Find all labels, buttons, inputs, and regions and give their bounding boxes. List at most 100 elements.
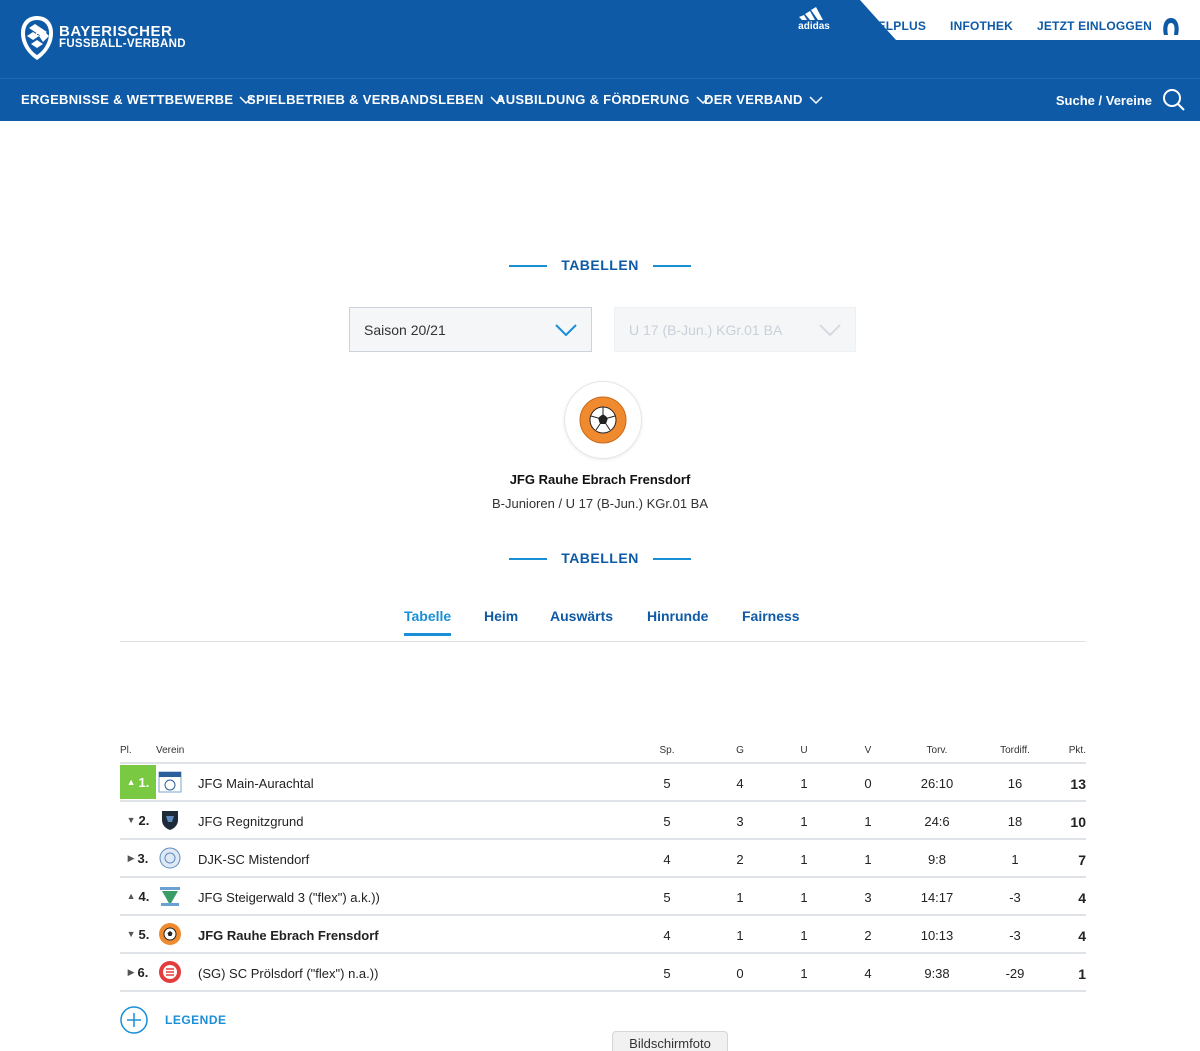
tab-heim[interactable]: Heim [484,608,518,633]
club-name[interactable]: DJK-SC Mistendorf [198,852,309,867]
table-row[interactable]: ▼ 5. JFG Rauhe Ebrach Frensdorf 4 1 1 2 1… [120,916,1086,954]
cell-tordiff: -3 [1009,928,1021,943]
top-links: SPIELPLUS INFOTHEK JETZT EINLOGGEN [834,15,1182,37]
cell-pkt: 1 [1078,966,1086,982]
legend-label: LEGENDE [165,1013,227,1027]
cell-v: 4 [864,966,872,981]
league-select[interactable]: U 17 (B-Jun.) KGr.01 BA [614,307,856,352]
cell-tordiff: 1 [1011,852,1019,867]
cell-pkt: 4 [1078,928,1086,944]
table-row[interactable]: ▲ 4. JFG Steigerwald 3 ("flex") a.k.)) 5 … [120,878,1086,916]
cell-sp: 5 [663,814,671,829]
cell-g: 1 [736,928,744,943]
header-bar: BFV BAYERISCHER FUSSBALL-VERBAND adidas … [0,0,1200,78]
header-u: U [800,745,808,756]
table-row[interactable]: ▶ 6. (SG) SC Prölsdorf ("flex") n.a.)) 5 … [120,954,1086,992]
cell-torv: 26:10 [920,776,954,791]
header-torv: Torv. [926,745,948,756]
cell-g: 3 [736,814,744,829]
nav-search[interactable]: Suche / Vereine [1056,88,1186,112]
cell-pkt: 10 [1070,814,1086,830]
cell-torv: 10:13 [920,928,954,943]
standings-table: Pl. Verein Sp. G U V Torv. Tordiff. Pkt.… [120,740,1086,992]
bfv-crest-icon: BFV [21,16,53,60]
cell-sp: 5 [663,776,671,791]
cell-sp: 4 [663,928,671,943]
team-crest-icon [579,396,627,444]
table-header: Pl. Verein Sp. G U V Torv. Tordiff. Pkt. [120,740,1086,764]
plus-circle-icon [120,1006,148,1034]
cell-torv: 24:6 [924,814,950,829]
adidas-wordmark: adidas [798,21,830,32]
section-heading-tabellen-2: TABELLEN [0,550,1200,566]
club-name[interactable]: JFG Steigerwald 3 ("flex") a.k.)) [198,890,380,905]
header-v: V [864,745,872,756]
club-name[interactable]: JFG Rauhe Ebrach Frensdorf [198,928,379,943]
chevron-down-icon [819,323,841,336]
link-infothek[interactable]: INFOTHEK [950,19,1013,33]
bfv-logo[interactable]: BFV BAYERISCHER FUSSBALL-VERBAND [19,14,186,62]
rank-cell: ▼ 5. [126,926,150,942]
nav-ergebnisse[interactable]: ERGEBNISSE & WETTBEWERBE [21,92,253,107]
section-heading-tabellen: TABELLEN [0,257,1200,273]
cell-sp: 5 [663,890,671,905]
club-name[interactable]: JFG Main-Aurachtal [198,776,314,791]
tab-fairness[interactable]: Fairness [742,608,800,633]
table-row[interactable]: ▲ 1. JFG Main-Aurachtal 5 4 1 0 26:10 16 … [120,764,1086,802]
header-sp: Sp. [659,745,675,756]
brand-line1: BAYERISCHER [59,23,173,40]
nav-spielbetrieb[interactable]: SPIELBETRIEB & VERBANDSLEBEN [247,92,504,107]
chevron-down-icon [809,95,823,104]
cell-torv: 14:17 [920,890,954,905]
club-logo-icon [158,884,182,908]
adidas-logo[interactable]: adidas [796,6,832,32]
header-pl: Pl. [120,745,132,756]
link-login[interactable]: JETZT EINLOGGEN [1037,19,1152,33]
tab-tabelle[interactable]: Tabelle [404,608,452,636]
club-logo-icon [158,808,182,832]
trend-up-icon: ▲ [126,891,136,901]
cell-g: 4 [736,776,744,791]
club-logo-icon [158,846,182,870]
club-name[interactable]: JFG Regnitzgrund [198,814,304,829]
rank-cell: ▶ 6. [127,964,149,980]
brand-line2: FUSSBALL-VERBAND [59,38,186,50]
main-nav: ERGEBNISSE & WETTBEWERBE SPIELBETRIEB & … [0,78,1200,121]
team-league: B-Junioren / U 17 (B-Jun.) KGr.01 BA [491,496,709,511]
header-pkt: Pkt. [1068,745,1086,756]
cell-u: 1 [800,966,808,981]
user-login-icon[interactable] [1160,15,1182,37]
cell-g: 2 [736,852,744,867]
season-select[interactable]: Saison 20/21 [349,307,592,352]
link-spielplus[interactable]: SPIELPLUS [858,19,926,33]
header-g: G [736,745,744,756]
trend-same-icon: ▶ [127,966,135,977]
team-logo [565,382,641,458]
cell-u: 1 [800,814,808,829]
nav-ausbildung[interactable]: AUSBILDUNG & FÖRDERUNG [496,92,710,107]
rank-cell: ▶ 3. [127,850,149,866]
cell-v: 1 [864,814,872,829]
search-icon [1163,89,1185,111]
table-row[interactable]: ▶ 3. DJK-SC Mistendorf 4 2 1 1 9:8 1 7 [120,840,1086,878]
cell-pkt: 13 [1070,776,1086,792]
tab-auswaerts[interactable]: Auswärts [550,608,613,633]
table-row[interactable]: ▼ 2. JFG Regnitzgrund 5 3 1 1 24:6 18 10 [120,802,1086,840]
club-logo-icon [158,770,182,794]
cell-tordiff: -29 [1005,966,1025,981]
trend-down-icon: ▼ [126,929,136,939]
header-tordiff: Tordiff. [1000,745,1030,756]
legend-toggle[interactable]: LEGENDE [120,1006,227,1034]
club-name[interactable]: (SG) SC Prölsdorf ("flex") n.a.)) [198,966,378,981]
trend-same-icon: ▶ [127,852,135,863]
tab-hinrunde[interactable]: Hinrunde [647,608,708,633]
rank-cell: ▲ 1. [120,765,156,799]
nav-verband[interactable]: DER VERBAND [704,92,823,107]
cell-v: 0 [864,776,872,791]
cell-pkt: 7 [1078,852,1086,868]
club-logo-icon [158,922,182,946]
cell-torv: 9:38 [924,966,950,981]
cell-g: 1 [736,890,744,905]
cell-v: 1 [864,852,872,867]
rank-cell: ▼ 2. [126,812,150,828]
